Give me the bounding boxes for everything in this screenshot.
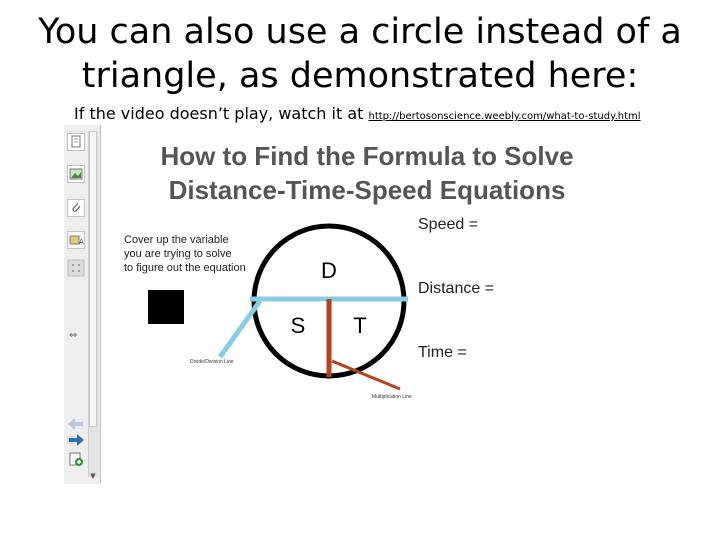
dots-icon[interactable] — [67, 259, 85, 277]
subtitle: If the video doesn’t play, watch it at h… — [74, 104, 641, 123]
scroll-down-icon[interactable]: ▼ — [89, 471, 97, 481]
divide-pointer — [217, 299, 263, 359]
speed-label: Speed = — [418, 216, 478, 233]
video-still: How to Find the Formula to Solve Distanc… — [100, 125, 656, 484]
title-line-1: You can also use a circle instead of a — [38, 12, 682, 52]
subtitle-text: If the video doesn’t play, watch it at — [74, 104, 369, 123]
circle-d: D — [321, 258, 337, 283]
instruction-line-2: you are trying to solve — [124, 248, 232, 260]
video-frame[interactable]: A ⇔ ▼ How to Find the Formula to Solve D… — [64, 125, 656, 484]
slide-title: You can also use a circle instead of a t… — [0, 10, 720, 98]
sidebar-scroll-thumb[interactable] — [89, 131, 97, 427]
divide-label: Divide/Division Line — [190, 359, 234, 365]
time-label: Time = — [418, 344, 467, 361]
image-icon[interactable] — [67, 165, 85, 183]
add-page-icon[interactable] — [68, 451, 84, 471]
resize-arrow-icon[interactable]: ⇔ — [69, 330, 77, 341]
svg-text:A: A — [79, 238, 84, 246]
video-link[interactable]: http://bertosonscience.weebly.com/what-t… — [368, 111, 640, 122]
page-icon[interactable] — [67, 133, 85, 151]
cover-square — [148, 290, 184, 324]
circle-s: S — [291, 313, 306, 338]
distance-label: Distance = — [418, 280, 494, 297]
multiply-label: Multiplication Line — [372, 394, 412, 400]
circle-t: T — [353, 313, 366, 338]
forward-arrow-icon[interactable] — [68, 431, 84, 450]
title-line-2: triangle, as demonstrated here: — [81, 56, 639, 96]
instruction-line-1: Cover up the variable — [124, 234, 229, 246]
video-heading-line-2: Distance-Time-Speed Equations — [169, 175, 566, 205]
gallery-icon[interactable]: A — [67, 231, 85, 249]
instruction-line-3: to figure out the equation — [124, 262, 246, 274]
video-heading-line-1: How to Find the Formula to Solve — [160, 141, 573, 171]
smartboard-sidebar: A ⇔ ▼ — [64, 125, 101, 484]
paperclip-icon[interactable] — [67, 199, 85, 217]
